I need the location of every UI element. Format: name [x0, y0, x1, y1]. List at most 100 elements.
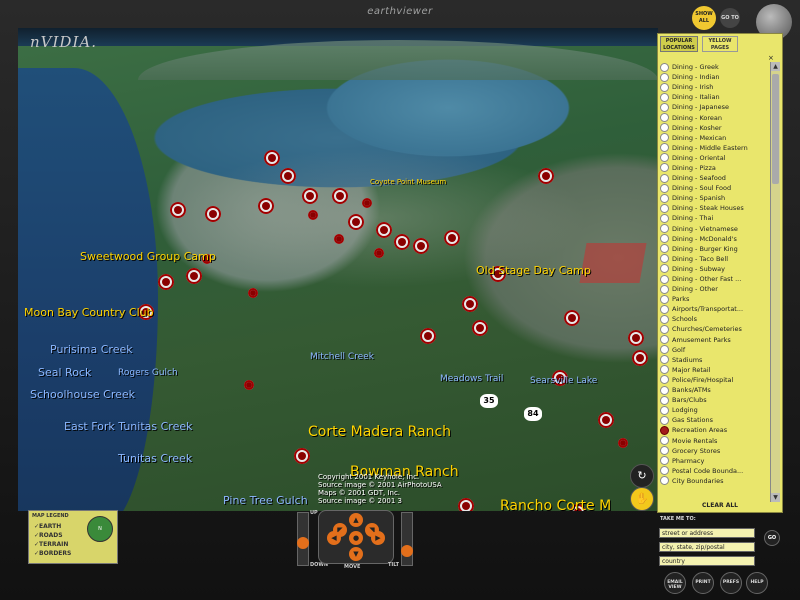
location-item[interactable]: Movie Rentals [660, 435, 768, 446]
location-item[interactable]: Dining - McDonald's [660, 234, 768, 244]
location-item[interactable]: Dining - Soul Food [660, 183, 768, 193]
hand-tool-icon[interactable]: ✋ [630, 487, 654, 511]
location-item[interactable]: Dining - Burger King [660, 244, 768, 254]
location-toggle-icon[interactable] [660, 365, 669, 375]
arrow-up-icon[interactable]: ▲ [349, 513, 363, 527]
map-pin-icon[interactable] [598, 412, 614, 428]
email-view-button[interactable]: EMAIL VIEW [664, 572, 686, 594]
location-toggle-icon[interactable] [660, 224, 669, 234]
location-toggle-icon[interactable] [660, 264, 669, 274]
location-item[interactable]: Dining - Thai [660, 213, 768, 223]
location-toggle-icon[interactable] [660, 395, 669, 405]
scrollbar[interactable]: ▲ ▼ [770, 62, 780, 502]
legend-item-terrain[interactable]: ✓TERRAIN [34, 541, 68, 548]
street-address-input[interactable]: street or address [659, 528, 755, 538]
location-toggle-icon[interactable] [660, 244, 669, 254]
location-item[interactable]: Dining - Steak Houses [660, 203, 768, 213]
location-item[interactable]: Schools [660, 314, 768, 324]
location-toggle-icon[interactable] [660, 254, 669, 264]
location-item[interactable]: Dining - Kosher [660, 123, 768, 133]
location-item[interactable]: Dining - Korean [660, 112, 768, 123]
map-pin-icon[interactable] [280, 168, 296, 184]
location-toggle-icon[interactable] [660, 72, 669, 82]
location-item[interactable]: Stadiums [660, 355, 768, 365]
location-item[interactable]: Dining - Spanish [660, 193, 768, 203]
map-pin-icon[interactable] [205, 206, 221, 222]
location-item[interactable]: Dining - Indian [660, 72, 768, 82]
location-item[interactable]: Dining - Japanese [660, 102, 768, 112]
map-pin-icon[interactable] [394, 234, 410, 250]
location-item[interactable]: Dining - Vietnamese [660, 224, 768, 234]
location-toggle-icon[interactable] [660, 284, 669, 294]
show-all-button[interactable]: SHOW ALL [692, 6, 716, 30]
location-toggle-icon[interactable] [660, 133, 669, 143]
clear-all-button[interactable]: CLEAR ALL [658, 502, 782, 512]
map-pin-icon[interactable] [376, 222, 392, 238]
location-item[interactable]: Gas Stations [660, 415, 768, 425]
location-item[interactable]: Dining - Middle Eastern [660, 143, 768, 153]
location-item[interactable]: Dining - Subway [660, 264, 768, 274]
location-toggle-icon[interactable] [660, 314, 669, 324]
location-item[interactable]: Major Retail [660, 365, 768, 375]
location-toggle-icon[interactable] [660, 143, 669, 153]
tab-yellow-pages[interactable]: YELLOW PAGES [702, 36, 738, 52]
go-to-button[interactable]: GO TO [720, 8, 740, 28]
location-toggle-icon[interactable] [660, 173, 669, 183]
tilt-slider[interactable] [401, 512, 413, 566]
location-item[interactable]: City Boundaries [660, 476, 768, 486]
map-pin-icon[interactable] [462, 296, 478, 312]
arrow-left-icon[interactable]: ◀ [327, 531, 341, 545]
map-pin-icon[interactable] [294, 448, 310, 464]
legend-item-roads[interactable]: ✓ROADS [34, 532, 63, 539]
earth-view[interactable]: Corte Madera Ranch Bowman Ranch Rancho C… [18, 28, 658, 511]
location-toggle-icon[interactable] [660, 234, 669, 244]
location-toggle-icon[interactable] [660, 476, 669, 486]
location-item[interactable]: Dining - Oriental [660, 153, 768, 163]
scroll-thumb[interactable] [772, 74, 779, 184]
map-pin-icon[interactable] [170, 202, 186, 218]
map-pin-icon[interactable] [538, 168, 554, 184]
location-toggle-icon[interactable] [660, 203, 669, 213]
location-toggle-icon[interactable] [660, 355, 669, 365]
map-pin-icon[interactable] [258, 198, 274, 214]
zoom-slider[interactable] [297, 512, 309, 566]
map-pin-icon[interactable] [158, 274, 174, 290]
location-item[interactable]: Recreation Areas [660, 425, 768, 435]
location-item[interactable]: Grocery Stores [660, 446, 768, 456]
close-icon[interactable]: × [768, 54, 774, 62]
map-pin-icon[interactable] [374, 248, 384, 258]
map-pin-icon[interactable] [302, 188, 318, 204]
location-toggle-icon[interactable] [660, 123, 669, 133]
location-item[interactable]: Churches/Cemeteries [660, 324, 768, 334]
scroll-up-icon[interactable]: ▲ [771, 62, 780, 71]
location-toggle-icon[interactable] [660, 405, 669, 415]
location-item[interactable]: Dining - Greek [660, 62, 768, 72]
location-toggle-icon[interactable] [660, 436, 669, 446]
location-item[interactable]: Dining - Other Fast ... [660, 274, 768, 284]
map-pin-icon[interactable] [264, 150, 280, 166]
prefs-button[interactable]: PREFS [720, 572, 742, 594]
map-pin-icon[interactable] [362, 198, 372, 208]
map-pin-icon[interactable] [186, 268, 202, 284]
location-toggle-icon[interactable] [660, 113, 669, 123]
location-toggle-icon[interactable] [660, 304, 669, 314]
location-toggle-icon[interactable] [660, 324, 669, 334]
location-toggle-icon[interactable] [660, 193, 669, 203]
location-toggle-icon[interactable] [660, 335, 669, 345]
map-pin-icon[interactable] [564, 310, 580, 326]
legend-item-borders[interactable]: ✓BORDERS [34, 550, 71, 557]
map-pin-icon[interactable] [348, 214, 364, 230]
location-toggle-icon[interactable] [660, 456, 669, 466]
arrow-down-icon[interactable]: ▼ [349, 547, 363, 561]
legend-item-earth[interactable]: ✓EARTH [34, 523, 61, 530]
location-toggle-icon[interactable] [660, 385, 669, 395]
map-pin-icon[interactable] [334, 234, 344, 244]
map-pin-icon[interactable] [244, 380, 254, 390]
map-pin-icon[interactable] [413, 238, 429, 254]
location-toggle-icon[interactable] [660, 82, 669, 92]
help-button[interactable]: HELP [746, 572, 768, 594]
location-item[interactable]: Parks [660, 294, 768, 304]
location-item[interactable]: Airports/Transportat... [660, 304, 768, 314]
location-toggle-icon[interactable] [660, 163, 669, 173]
location-item[interactable]: Dining - Irish [660, 82, 768, 92]
